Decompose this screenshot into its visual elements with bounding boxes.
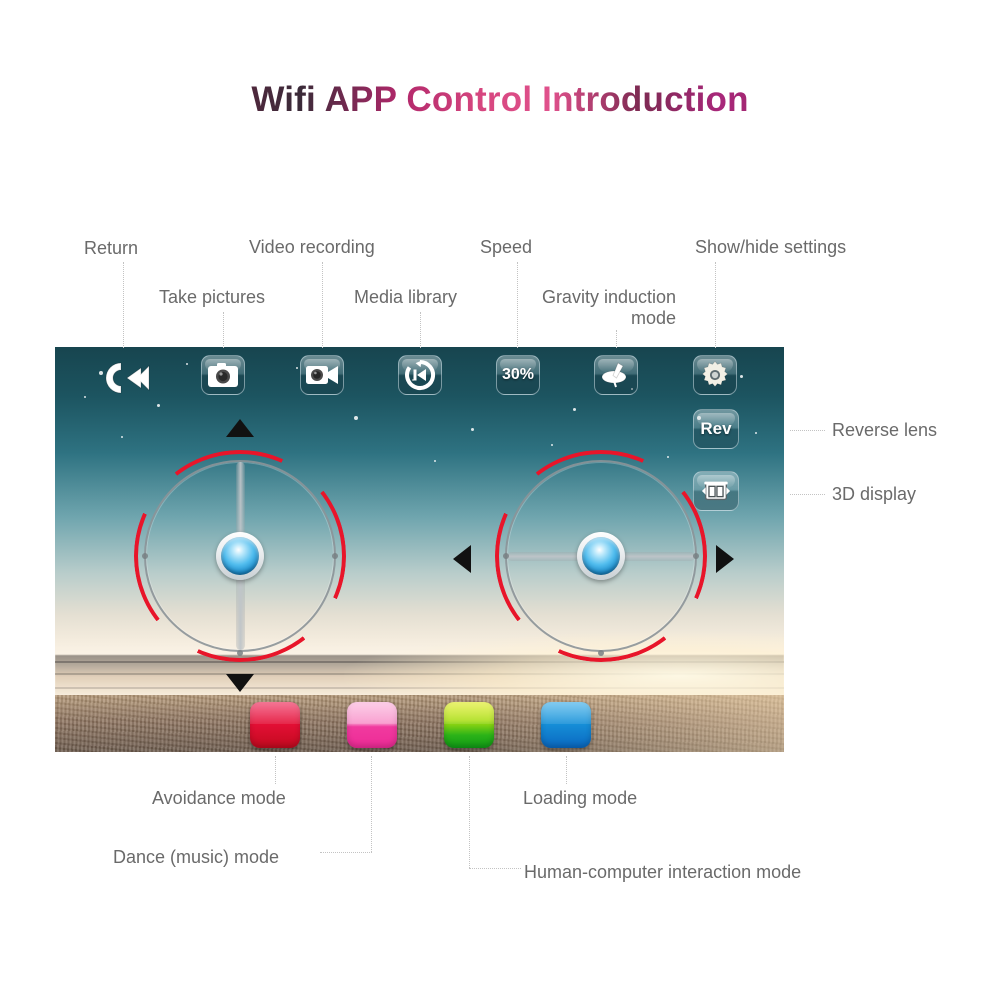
media-library-button[interactable] [398,355,442,395]
gear-icon [701,360,729,388]
leader-human-h [469,868,521,869]
leader-video [322,262,323,348]
triangle-right-icon[interactable] [716,545,734,573]
leader-media-library [420,312,421,348]
label-speed: Speed [480,237,533,257]
video-recording-button[interactable] [300,355,344,395]
label-media-library: Media library [354,287,458,307]
leader-gravity [616,330,617,348]
speed-button[interactable]: 30% [496,355,540,395]
video-camera-icon [306,366,338,384]
page-title: Wifi APP Control Introduction [0,80,1000,120]
ground-light-wash [455,695,784,752]
return-arrow-icon [105,362,150,394]
avoidance-mode-button[interactable] [250,702,300,748]
settings-button[interactable] [693,355,737,395]
joystick-knob[interactable] [577,532,625,580]
reverse-lens-button[interactable]: Rev [693,409,739,449]
direction-joystick[interactable] [495,450,707,662]
leader-loading [566,756,567,784]
leader-dance-h [320,852,372,853]
leader-reverse-lens [790,430,825,431]
joystick-nub-bottom [598,650,604,656]
leader-3d-display [790,494,825,495]
label-video-recording: Video recording [249,237,375,257]
leader-return [123,262,124,348]
app-screen: 30% Rev [55,347,784,752]
human-interaction-mode-button[interactable] [444,702,494,748]
joystick-knob[interactable] [216,532,264,580]
label-avoidance-mode: Avoidance mode [152,788,286,808]
label-gravity-induction: Gravity induction mode [541,287,676,328]
leader-avoidance [275,756,276,784]
triangle-left-icon[interactable] [453,545,471,573]
joystick-nub-right [693,553,699,559]
joystick-nub-bottom [237,650,243,656]
take-pictures-button[interactable] [201,355,245,395]
throttle-joystick[interactable] [134,450,346,662]
leader-human-v [469,756,470,868]
joystick-knob-inner [582,537,620,575]
speed-value: 30% [501,366,535,383]
rev-text-icon: Rev [700,419,732,438]
label-loading-mode: Loading mode [523,788,638,808]
leader-settings [715,262,716,348]
dance-mode-button[interactable] [347,702,397,748]
gravity-induction-button[interactable] [594,355,638,395]
triangle-down-icon[interactable] [226,674,254,692]
label-human-interaction-mode: Human-computer interaction mode [524,862,802,882]
triangle-up-icon[interactable] [226,419,254,437]
camera-icon [208,363,238,387]
label-return: Return [84,238,139,258]
label-reverse-lens: Reverse lens [832,420,938,440]
label-take-pictures: Take pictures [159,287,266,307]
leader-take-pictures [223,312,224,348]
joystick-nub-right [332,553,338,559]
label-3d-display: 3D display [832,484,917,504]
return-button[interactable] [100,356,152,400]
media-library-icon [405,359,436,390]
leader-dance-v [371,756,372,852]
joystick-nub-left [503,553,509,559]
joystick-knob-inner [221,537,259,575]
loading-mode-button[interactable] [541,702,591,748]
label-dance-mode: Dance (music) mode [113,847,280,867]
label-show-hide-settings: Show/hide settings [695,237,847,257]
spinning-top-icon [601,362,627,388]
3d-panels-icon [701,481,731,501]
joystick-nub-left [142,553,148,559]
